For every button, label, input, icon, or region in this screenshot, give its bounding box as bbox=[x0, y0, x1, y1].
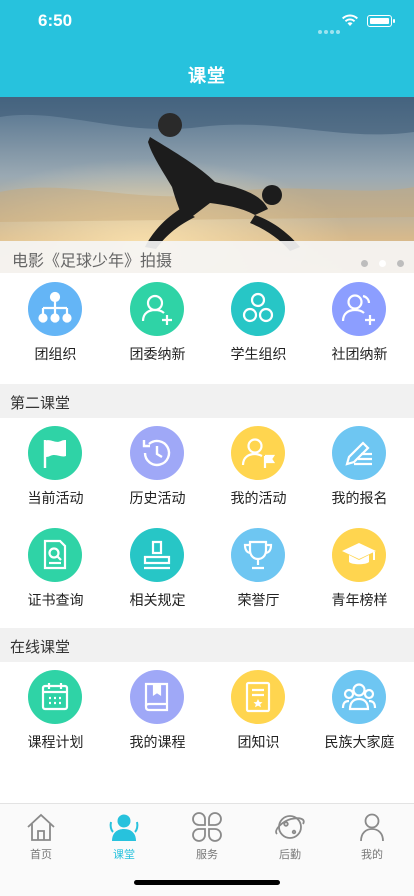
grid-item-my-course[interactable]: 我的课程 bbox=[106, 662, 209, 762]
section-title: 在线课堂 bbox=[10, 639, 71, 656]
grid-item-label: 我的报名 bbox=[331, 490, 388, 506]
family-icon bbox=[332, 670, 386, 724]
banner-caption: 电影《足球少年》拍摄 bbox=[12, 253, 173, 270]
tab-label: 后勤 bbox=[279, 849, 301, 861]
grid-item-youth-model[interactable]: 青年榜样 bbox=[308, 520, 411, 620]
grid-item-course-plan[interactable]: 课程计划 bbox=[4, 662, 107, 762]
grid-item-my-registration[interactable]: 我的报名 bbox=[308, 418, 411, 518]
header: 6:50 课堂 bbox=[0, 0, 414, 97]
grid-item-label: 课程计划 bbox=[27, 734, 84, 750]
grid-item-history-activity[interactable]: 历史活动 bbox=[106, 418, 209, 518]
tab-label: 我的 bbox=[361, 849, 383, 861]
section-header-online-classroom: 在线课堂 bbox=[0, 628, 414, 662]
top-grid: 团组织 团委纳新 学生组织 社团纳新 bbox=[0, 274, 414, 374]
carousel-dot[interactable] bbox=[397, 260, 404, 267]
grid-item-league-knowledge[interactable]: 团知识 bbox=[207, 662, 310, 762]
classroom-icon bbox=[109, 814, 139, 841]
status-bar: 6:50 bbox=[0, 0, 414, 44]
banner-caption-bar: 电影《足球少年》拍摄 bbox=[0, 241, 414, 273]
grid-item-label: 证书查询 bbox=[27, 592, 84, 608]
grid-item-label: 团组织 bbox=[34, 346, 77, 362]
grid-row: 当前活动 历史活动 我的活动 我的报名 bbox=[0, 418, 414, 518]
tab-service[interactable]: 服务 bbox=[166, 804, 248, 864]
tab-home[interactable]: 首页 bbox=[0, 804, 82, 864]
tab-mine[interactable]: 我的 bbox=[331, 804, 413, 864]
org-chart-icon bbox=[28, 282, 82, 336]
page-title: 课堂 bbox=[188, 66, 226, 86]
status-time: 6:50 bbox=[38, 11, 73, 30]
grid-item-org[interactable]: 团组织 bbox=[4, 274, 107, 374]
grid-item-label: 历史活动 bbox=[129, 490, 186, 506]
user-flag-icon bbox=[231, 426, 285, 480]
grid-item-label: 团委纳新 bbox=[129, 346, 186, 362]
stamp-icon bbox=[130, 528, 184, 582]
grid-item-label: 相关规定 bbox=[129, 592, 186, 608]
grid-item-ethnic-family[interactable]: 民族大家庭 bbox=[308, 662, 411, 762]
history-icon bbox=[130, 426, 184, 480]
tab-logistics[interactable]: 后勤 bbox=[249, 804, 331, 864]
battery-icon bbox=[367, 15, 395, 27]
grid-item-my-activity[interactable]: 我的活动 bbox=[207, 418, 310, 518]
edit-list-icon bbox=[332, 426, 386, 480]
grid-item-club-recruit[interactable]: 社团纳新 bbox=[308, 274, 411, 374]
home-icon bbox=[27, 813, 55, 841]
profile-icon bbox=[360, 813, 384, 842]
book-icon bbox=[130, 670, 184, 724]
add-group-icon bbox=[332, 282, 386, 336]
grid-item-label: 我的课程 bbox=[129, 734, 186, 750]
wifi-icon bbox=[342, 14, 358, 26]
grid-item-label: 当前活动 bbox=[27, 490, 84, 506]
section-header-second-classroom: 第二课堂 bbox=[0, 384, 414, 418]
grid-item-label: 荣誉厅 bbox=[237, 592, 280, 608]
carousel-dot[interactable] bbox=[361, 260, 368, 267]
grid-item-label: 民族大家庭 bbox=[324, 734, 395, 750]
tab-classroom[interactable]: 课堂 bbox=[83, 804, 165, 864]
grid-item-label: 我的活动 bbox=[230, 490, 287, 506]
grid-item-certificate[interactable]: 证书查询 bbox=[4, 520, 107, 620]
section-title: 第二课堂 bbox=[10, 395, 71, 412]
trophy-icon bbox=[231, 528, 285, 582]
carousel-dot-active[interactable] bbox=[379, 260, 386, 267]
banner-carousel[interactable]: 电影《足球少年》拍摄 bbox=[0, 97, 414, 273]
grid-item-regulations[interactable]: 相关规定 bbox=[106, 520, 209, 620]
grid-item-label: 团知识 bbox=[237, 734, 280, 750]
carousel-dots[interactable] bbox=[350, 254, 404, 272]
grid-item-label: 社团纳新 bbox=[331, 346, 388, 362]
tab-label: 服务 bbox=[196, 849, 218, 861]
signal-icon bbox=[318, 21, 342, 39]
group-icon bbox=[231, 282, 285, 336]
grid-item-label: 学生组织 bbox=[230, 346, 287, 362]
grid-row: 课程计划 我的课程 团知识 民族大家庭 bbox=[0, 662, 414, 762]
grid-item-honor-hall[interactable]: 荣誉厅 bbox=[207, 520, 310, 620]
flag-icon bbox=[28, 426, 82, 480]
grid-item-recruit[interactable]: 团委纳新 bbox=[106, 274, 209, 374]
grid-row: 证书查询 相关规定 荣誉厅 青年榜样 bbox=[0, 520, 414, 620]
home-indicator bbox=[134, 880, 280, 885]
certificate-search-icon bbox=[28, 528, 82, 582]
calendar-icon bbox=[28, 670, 82, 724]
service-icon bbox=[192, 812, 222, 842]
tab-label: 课堂 bbox=[113, 849, 135, 861]
document-star-icon bbox=[231, 670, 285, 724]
tab-label: 首页 bbox=[30, 849, 52, 861]
graduation-cap-icon bbox=[332, 528, 386, 582]
grid-item-student-org[interactable]: 学生组织 bbox=[207, 274, 310, 374]
grid-item-current-activity[interactable]: 当前活动 bbox=[4, 418, 107, 518]
planet-icon bbox=[275, 815, 305, 839]
add-member-icon bbox=[130, 282, 184, 336]
grid-item-label: 青年榜样 bbox=[331, 592, 388, 608]
